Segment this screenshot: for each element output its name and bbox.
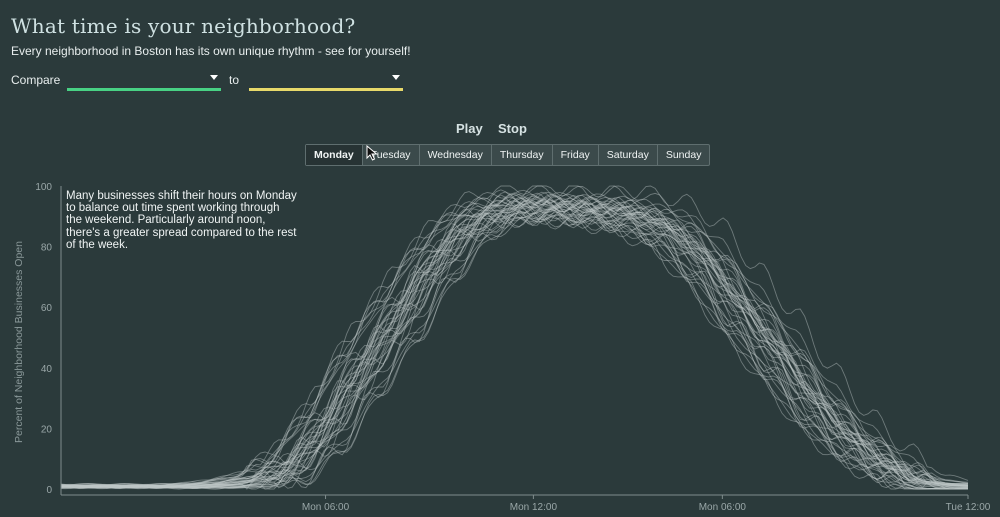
x-tick-label: Mon 06:00 bbox=[302, 502, 350, 513]
x-tick-label: Tue 12:00 bbox=[946, 502, 991, 513]
neighborhood-line bbox=[60, 200, 969, 488]
y-tick-label: 0 bbox=[46, 485, 52, 496]
series-lines bbox=[60, 185, 969, 490]
neighborhood-line bbox=[60, 199, 969, 487]
neighborhood-line bbox=[60, 198, 969, 488]
neighborhood-line bbox=[60, 199, 969, 488]
neighborhood-line bbox=[60, 189, 969, 486]
neighborhood-line bbox=[60, 199, 969, 488]
neighborhood-line bbox=[60, 202, 968, 488]
y-tick-label: 40 bbox=[41, 364, 53, 375]
y-tick-label: 80 bbox=[41, 243, 53, 254]
neighborhood-line bbox=[60, 204, 969, 490]
neighborhood-line bbox=[60, 200, 969, 488]
neighborhood-line bbox=[60, 201, 969, 487]
y-tick-label: 20 bbox=[41, 424, 53, 435]
chart-svg: 0 20 40 60 80 100 Mon 06:00 Mon 12:00 Mon 06:00 T… bbox=[35, 182, 991, 513]
x-tick-label: Mon 06:00 bbox=[699, 502, 747, 513]
neighborhood-line bbox=[60, 200, 969, 487]
x-tick-label: Mon 12:00 bbox=[510, 502, 558, 513]
y-tick-label: 60 bbox=[41, 303, 53, 314]
y-tick-label: 100 bbox=[35, 182, 52, 193]
